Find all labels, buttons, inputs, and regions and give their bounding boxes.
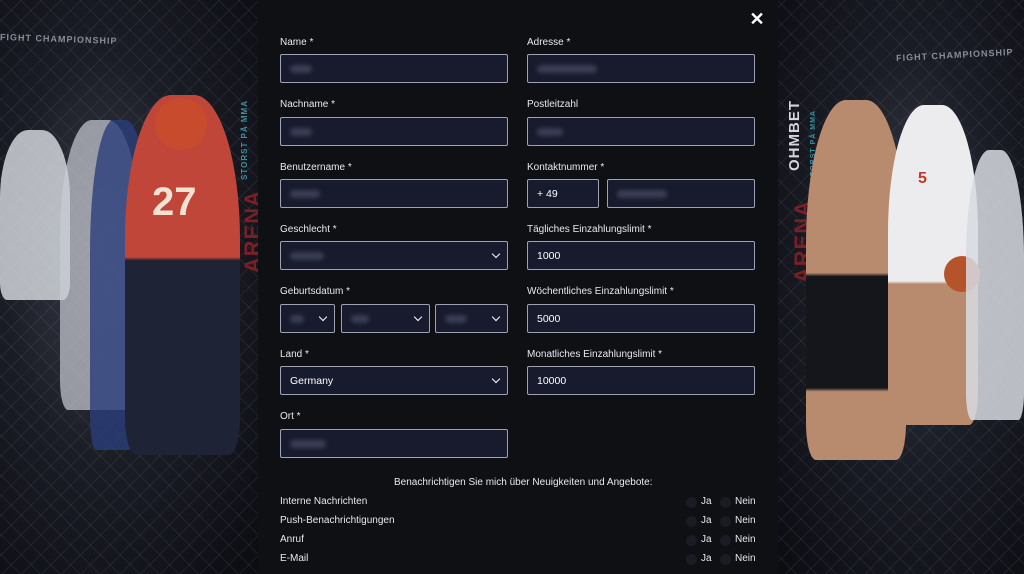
adresse-field[interactable] <box>527 54 755 83</box>
option-yes-label: Ja <box>701 553 712 564</box>
name-field[interactable] <box>280 54 508 83</box>
ohmbet-logo-text: OHMBET <box>786 100 803 171</box>
pref-label-call: Anruf <box>280 534 304 545</box>
pref-label-email: E-Mail <box>280 553 309 564</box>
masked-value <box>290 189 320 198</box>
benutzername-field[interactable] <box>280 179 508 208</box>
jersey-number: 27 <box>152 180 197 224</box>
option-yes-label: Ja <box>701 515 712 526</box>
phone-prefix-field[interactable]: + 49 <box>527 179 599 208</box>
daily-limit-field[interactable]: 1000 <box>527 241 755 270</box>
radio-call-yes[interactable] <box>686 535 697 546</box>
option-yes-label: Ja <box>701 496 712 507</box>
ort-field[interactable] <box>280 429 508 458</box>
background-right-image: FIGHT CHAMPIONSHIP OHMBET STORST PÅ MMA … <box>776 0 1024 574</box>
nachname-field[interactable] <box>280 117 508 146</box>
jersey-number: 5 <box>918 170 927 187</box>
chevron-down-icon <box>413 312 423 322</box>
monthly-limit-value: 10000 <box>537 374 567 387</box>
notifications-title: Benachrichtigen Sie mich über Neuigkeite… <box>394 477 653 488</box>
chevron-down-icon <box>491 374 501 384</box>
benutzername-label: Benutzername * <box>280 162 352 173</box>
masked-value <box>537 127 563 136</box>
daily-limit-label: Tägliches Einzahlungslimit * <box>527 224 652 235</box>
chevron-down-icon <box>318 312 328 322</box>
pref-label-push: Push-Benachrichtigungen <box>280 515 395 526</box>
weekly-limit-field[interactable]: 5000 <box>527 304 755 333</box>
land-select[interactable]: Germany <box>280 366 508 395</box>
registration-page: FIGHT CHAMPIONSHIP ARENA STORST PÅ MMA 2… <box>0 0 1024 574</box>
chevron-down-icon <box>491 249 501 259</box>
name-label: Name * <box>280 37 314 48</box>
masked-value <box>351 314 369 323</box>
masked-value <box>617 189 667 198</box>
close-icon[interactable]: ✕ <box>749 10 765 28</box>
nachname-label: Nachname * <box>280 99 336 110</box>
postleitzahl-label: Postleitzahl <box>527 99 579 110</box>
masked-value <box>290 439 326 448</box>
monthly-limit-label: Monatliches Einzahlungslimit * <box>527 349 663 360</box>
tennis-player-figure <box>966 150 1024 420</box>
geschlecht-select[interactable] <box>280 241 508 270</box>
masked-value <box>290 251 324 260</box>
birth-year-select[interactable] <box>435 304 508 333</box>
option-yes-label: Ja <box>701 534 712 545</box>
option-no-label: Nein <box>735 515 756 526</box>
radio-internal-yes[interactable] <box>686 497 697 508</box>
masked-value <box>290 314 304 323</box>
birth-day-select[interactable] <box>280 304 335 333</box>
ort-label: Ort * <box>280 411 301 422</box>
pref-label-internal: Interne Nachrichten <box>280 496 368 507</box>
weekly-limit-label: Wöchentliches Einzahlungslimit * <box>527 286 674 297</box>
phone-prefix-value: + 49 <box>537 187 558 200</box>
weekly-limit-value: 5000 <box>537 312 561 325</box>
monthly-limit-field[interactable]: 10000 <box>527 366 755 395</box>
geburtsdatum-label: Geburtsdatum * <box>280 286 351 297</box>
geschlecht-label: Geschlecht * <box>280 224 337 235</box>
kontaktnummer-label: Kontaktnummer * <box>527 162 605 173</box>
option-no-label: Nein <box>735 496 756 507</box>
land-label: Land * <box>280 349 309 360</box>
radio-push-no[interactable] <box>720 516 731 527</box>
adresse-label: Adresse * <box>527 37 571 48</box>
football-helmet-icon <box>155 98 207 150</box>
radio-call-no[interactable] <box>720 535 731 546</box>
birth-month-select[interactable] <box>341 304 430 333</box>
phone-number-field[interactable] <box>607 179 755 208</box>
radio-email-no[interactable] <box>720 554 731 565</box>
left-tagline-text: STORST PÅ MMA <box>240 100 249 180</box>
radio-email-yes[interactable] <box>686 554 697 565</box>
masked-value <box>290 127 312 136</box>
daily-limit-value: 1000 <box>537 249 561 262</box>
land-value: Germany <box>290 374 334 387</box>
masked-value <box>290 64 312 73</box>
masked-value <box>445 314 467 323</box>
option-no-label: Nein <box>735 553 756 564</box>
background-left-image: FIGHT CHAMPIONSHIP ARENA STORST PÅ MMA 2… <box>0 0 265 574</box>
radio-push-yes[interactable] <box>686 516 697 527</box>
radio-internal-no[interactable] <box>720 497 731 508</box>
masked-value <box>537 64 597 73</box>
option-no-label: Nein <box>735 534 756 545</box>
postleitzahl-field[interactable] <box>527 117 755 146</box>
chevron-down-icon <box>491 312 501 322</box>
